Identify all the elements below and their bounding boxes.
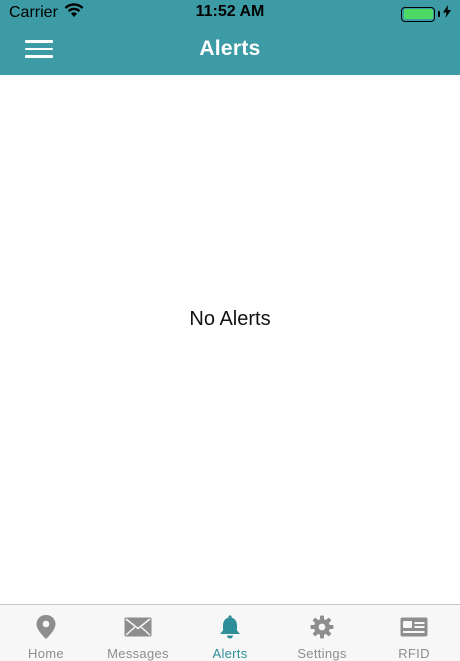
alerts-content: No Alerts: [0, 75, 460, 604]
tab-messages[interactable]: Messages: [92, 605, 184, 661]
tab-bar: Home Messages Alerts Settings RFID: [0, 604, 460, 661]
tab-label: Home: [28, 646, 64, 661]
tab-home[interactable]: Home: [0, 605, 92, 661]
tab-alerts[interactable]: Alerts: [184, 605, 276, 661]
empty-state-message: No Alerts: [189, 308, 271, 330]
page-title: Alerts: [199, 37, 261, 60]
tab-label: Messages: [107, 646, 169, 661]
tab-label: RFID: [398, 646, 430, 661]
battery-fill: [403, 9, 433, 19]
nav-bar: Alerts: [0, 25, 460, 75]
envelope-icon: [124, 615, 152, 639]
battery-cap: [438, 11, 440, 17]
app-screen: Carrier 11:52 AM Alerts No Alerts Home M…: [0, 0, 460, 661]
tab-label: Settings: [297, 646, 347, 661]
battery-group: [401, 5, 451, 23]
map-pin-icon: [36, 615, 56, 639]
status-bar: Carrier 11:52 AM: [0, 0, 460, 25]
tab-settings[interactable]: Settings: [276, 605, 368, 661]
status-time: 11:52 AM: [195, 3, 265, 20]
gear-icon: [310, 615, 334, 639]
tab-rfid[interactable]: RFID: [368, 605, 460, 661]
tab-label: Alerts: [212, 646, 248, 661]
battery-icon: [401, 6, 435, 22]
id-card-icon: [400, 615, 428, 639]
charging-bolt-icon: [443, 5, 451, 23]
bell-icon: [219, 615, 241, 639]
